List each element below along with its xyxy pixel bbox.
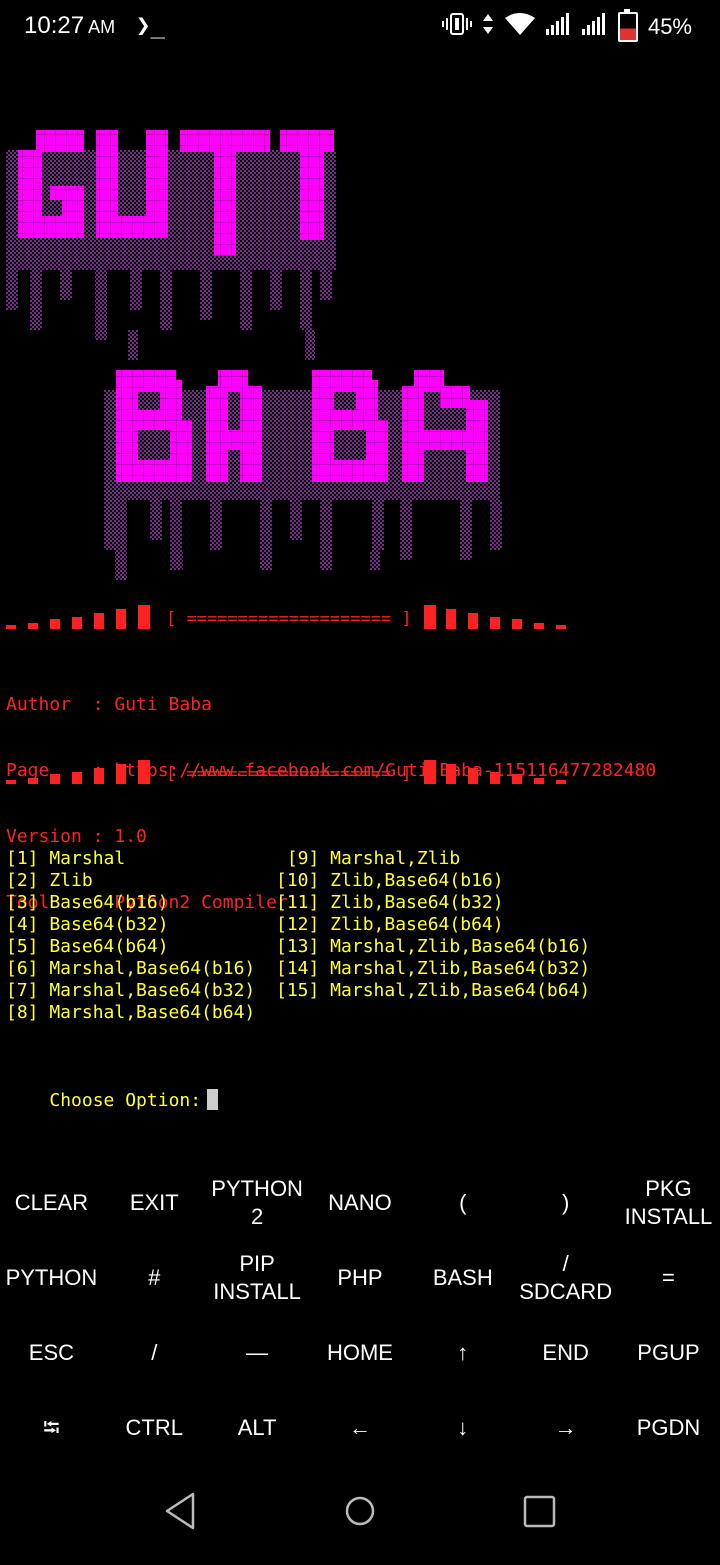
clear-key[interactable]: CLEAR [0,1165,103,1240]
pkg-install-key[interactable]: PKG INSTALL [617,1165,720,1240]
menu-row: [1] Marshal [9] Marshal,Zlib [6,848,590,870]
left-arrow-key[interactable]: ← [309,1390,412,1465]
pgdn-key[interactable]: PGDN [617,1390,720,1465]
close-paren-key[interactable]: ) [514,1165,617,1240]
banner-shadow-guti [6,150,336,360]
recents-icon[interactable] [523,1495,556,1528]
up-arrow-key[interactable]: ↑ [411,1315,514,1390]
right-arrow-key[interactable]: → [514,1390,617,1465]
menu-row: [5] Base64(b64) [13] Marshal,Zlib,Base64(… [6,936,590,958]
status-icons: 45% [441,9,692,42]
info-version: Version : 1.0 [6,826,147,847]
signal-icon [545,13,572,41]
info-author: Author : Guti Baba [6,694,212,715]
menu-row: [6] Marshal,Base64(b16) [14] Marshal,Zlib… [6,958,590,980]
status-bar: 10:27 AM ❯_ 45% [0,0,720,56]
python-key[interactable]: PYTHON [0,1240,103,1315]
battery-percent: 45% [647,14,692,39]
menu-option: [6] Marshal,Base64(b16) [6,958,256,979]
menu-option: [14] Marshal,Zlib,Base64(b32) [276,958,591,979]
menu-row: [7] Marshal,Base64(b32) [15] Marshal,Zlib… [6,980,590,1002]
menu-option: [2] Zlib [6,870,93,891]
text-cursor [207,1089,219,1110]
prompt-label: Choose Option: [49,1090,202,1111]
data-arrows-icon [482,12,494,42]
down-arrow-key[interactable]: ↓ [411,1390,514,1465]
menu-option: [11] Zlib,Base64(b32) [276,892,504,913]
equals-key[interactable]: = [617,1240,720,1315]
separator-line: [ ==================== ] [6,760,706,790]
menu-option: [10] Zlib,Base64(b16) [276,870,504,891]
ctrl-key[interactable]: CTRL [103,1390,206,1465]
battery-icon [617,9,638,42]
menu-option: [15] Marshal,Zlib,Base64(b64) [276,980,591,1001]
separator-text: [ ==================== ] [166,609,412,629]
status-time: 10:27 AM [24,12,115,40]
extra-keys-bar: CLEAR EXIT PYTHON 2 NANO() PKG INSTALL PYTHON… [0,1165,720,1465]
menu-row: [2] Zlib [10] Zlib,Base64(b16) [6,870,590,892]
alt-key[interactable]: ALT [206,1390,309,1465]
menu-option: [8] Marshal,Base64(b64) [6,1002,256,1023]
vibrate-icon [441,12,472,42]
separator-text: [ ==================== ] [166,764,412,784]
bash-key[interactable]: BASH [411,1240,514,1315]
pip-install-key[interactable]: PIP INSTALL [206,1240,309,1315]
back-icon[interactable] [165,1492,195,1530]
menu-option: [1] Marshal [6,848,126,869]
slash-key[interactable]: / [103,1315,206,1390]
pgup-key[interactable]: PGUP [617,1315,720,1390]
python2-key[interactable]: PYTHON 2 [206,1165,309,1240]
end-key[interactable]: END [514,1315,617,1390]
navigation-bar [0,1470,720,1560]
menu-row: [3] Base64(b16) [11] Zlib,Base64(b32) [6,892,590,914]
esc-key[interactable]: ESC [0,1315,103,1390]
separator-line: [ ==================== ] [6,605,706,635]
home-icon[interactable] [345,1496,375,1526]
php-key[interactable]: PHP [309,1240,412,1315]
tab-key[interactable]: ⭾ [0,1390,103,1465]
nano-key[interactable]: NANO [309,1165,412,1240]
sdcard-key[interactable]: / SDCARD [514,1240,617,1315]
input-prompt[interactable]: Choose Option: [6,1068,219,1132]
ascii-art-banner [6,130,502,580]
menu-option: [12] Zlib,Base64(b64) [276,914,504,935]
terminal-output[interactable]: [ ==================== ] Author : Guti B… [0,60,720,1170]
menu-option: [13] Marshal,Zlib,Base64(b16) [276,936,591,957]
menu-option: [7] Marshal,Base64(b32) [6,980,256,1001]
hash-key[interactable]: # [103,1240,206,1315]
wifi-icon [504,12,536,42]
signal-icon [581,13,608,41]
menu-option: [9] Marshal,Zlib [276,848,461,869]
terminal-notification-icon: ❯_ [136,11,165,39]
menu-row: [8] Marshal,Base64(b64) [6,1002,590,1024]
time-text: 10:27 [24,12,85,39]
dash-key[interactable]: — [206,1315,309,1390]
menu-option: [4] Base64(b32) [6,914,169,935]
exit-key[interactable]: EXIT [103,1165,206,1240]
menu-option: [5] Base64(b64) [6,936,169,957]
menu-row: [4] Base64(b32) [12] Zlib,Base64(b64) [6,914,590,936]
home-key[interactable]: HOME [309,1315,412,1390]
option-menu: [1] Marshal [9] Marshal,Zlib [2] Zlib [10… [6,848,590,1024]
ampm-text: AM [88,17,116,37]
menu-option: [3] Base64(b16) [6,892,169,913]
open-paren-key[interactable]: ( [411,1165,514,1240]
